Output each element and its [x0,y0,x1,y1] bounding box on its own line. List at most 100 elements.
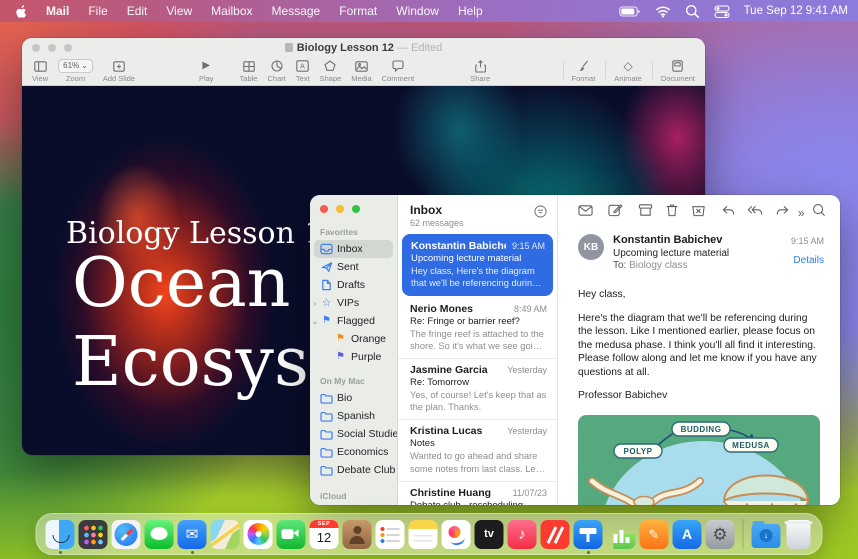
keynote-view-button[interactable]: View [32,59,48,83]
mail-traffic-lights[interactable] [310,203,397,223]
forward-icon[interactable] [775,204,790,222]
message-row[interactable]: Kristina LucasYesterday Notes Wanted to … [398,420,557,481]
attachment-diagram[interactable]: POLYP BUDDING MEDUSA [578,415,820,505]
dock-finder-icon[interactable] [46,520,75,549]
dock-pages-icon[interactable]: ✎ [640,520,669,549]
menu-format[interactable]: Format [339,4,377,18]
keynote-add-slide-button[interactable]: Add Slide [103,59,135,83]
sidebar-item-flagged[interactable]: ⌄ ⚑ Flagged [310,312,397,330]
zoom-button[interactable] [352,205,360,213]
menu-window[interactable]: Window [396,4,439,18]
junk-icon[interactable] [691,203,706,222]
message-row[interactable]: Jasmine GarciaYesterday Re: Tomorrow Yes… [398,359,557,420]
chevron-right-icon[interactable]: › [311,299,319,308]
keynote-comment-button[interactable]: Comment [382,59,415,83]
sidebar-item-debate-club[interactable]: Debate Club [310,461,397,479]
trash-icon[interactable] [665,203,679,222]
message-row[interactable]: Nerio Mones8:49 AM Re: Fringe or barrier… [398,298,557,359]
sidebar-item-sent[interactable]: Sent [310,258,397,276]
menu-view[interactable]: View [166,4,192,18]
search-icon[interactable] [685,4,700,19]
sidebar-section-icloud[interactable]: iCloud [310,487,397,504]
sidebar-item-inbox[interactable]: Inbox [314,240,393,258]
apple-menu-icon[interactable] [14,4,27,19]
sidebar-item-drafts[interactable]: Drafts [310,276,397,294]
dock-settings-icon[interactable]: ⚙ [706,520,735,549]
sidebar-item-flag-purple[interactable]: ⚑ Purple [310,348,397,366]
dock-music-icon[interactable]: ♪ [508,520,537,549]
sidebar-item-economics[interactable]: Economics [310,443,397,461]
menu-mailbox[interactable]: Mailbox [211,4,252,18]
keynote-document-button[interactable]: Document [661,59,695,83]
sidebar-item-bio[interactable]: Bio [310,389,397,407]
details-link[interactable]: Details [791,255,824,266]
keynote-media-button[interactable]: Media [351,59,371,83]
text-icon: A [296,59,309,73]
dock-safari-icon[interactable] [112,520,141,549]
shape-icon [324,59,336,73]
dock-appletv-icon[interactable]: tv [475,520,504,549]
filter-icon[interactable] [534,205,547,223]
dock-photos-icon[interactable] [244,520,273,549]
close-button[interactable] [320,205,328,213]
menu-mail[interactable]: Mail [46,4,69,18]
archive-icon[interactable] [638,203,653,222]
dock-notes-icon[interactable] [409,520,438,549]
sidebar-section-favorites: Favorites [310,223,397,240]
mail-message-list: Inbox 62 messages Konstantin Babichev9:1… [398,195,558,505]
message-row[interactable]: Christine Huang11/07/23 Debate club - re… [398,482,557,505]
menu-edit[interactable]: Edit [127,4,148,18]
mark-unread-icon[interactable] [578,203,593,222]
dock-reminders-icon[interactable] [376,520,405,549]
dock-messages-icon[interactable] [145,520,174,549]
reply-icon[interactable] [721,204,736,222]
keynote-table-button[interactable]: Table [240,59,258,83]
sidebar-item-spanish[interactable]: Spanish [310,407,397,425]
dock-appstore-icon[interactable]: A [673,520,702,549]
dock-keynote-icon[interactable] [574,520,603,549]
dock-downloads-icon[interactable]: ↓ [752,524,781,548]
search-icon[interactable] [812,203,826,222]
keynote-chart-button[interactable]: Chart [267,59,285,83]
menu-help[interactable]: Help [458,4,483,18]
dock-freeform-icon[interactable] [442,520,471,549]
dock-news-icon[interactable] [541,520,570,549]
purple-flag-icon: ⚑ [334,352,347,362]
sidebar-item-flag-orange[interactable]: ⚑ Orange [310,330,397,348]
chevron-down-icon[interactable]: ⌄ [311,317,319,326]
menu-file[interactable]: File [88,4,107,18]
menu-message[interactable]: Message [272,4,321,18]
keynote-animate-button[interactable]: ◇ Animate [614,59,642,83]
dock-numbers-icon[interactable] [607,520,636,549]
keynote-shape-button[interactable]: Shape [320,59,342,83]
keynote-titlebar[interactable]: Biology Lesson 12 — Edited [22,38,705,58]
dock-calendar-icon[interactable]: SEP12 [310,520,339,549]
dock-maps-icon[interactable] [211,520,240,549]
keynote-format-button[interactable]: Format [572,59,596,83]
dock-mail-icon[interactable]: ✉ [178,520,207,549]
control-center-icon[interactable] [714,4,730,19]
battery-icon[interactable] [619,4,641,19]
minimize-button[interactable] [336,205,344,213]
keynote-play-button[interactable]: ▶ Play [199,59,214,83]
inbox-icon [320,243,333,255]
message-count: 62 messages [410,218,464,228]
message-row-selected[interactable]: Konstantin Babichev9:15 AM Upcoming lect… [402,234,553,296]
dock-trash-icon[interactable] [787,520,811,549]
menu-clock[interactable]: Tue Sep 12 9:41 AM [744,5,848,17]
compose-icon[interactable] [608,203,623,222]
message-sender: Konstantin Babichev [613,234,783,246]
keynote-share-button[interactable]: Share [470,59,490,83]
dock-launchpad-icon[interactable] [79,520,108,549]
sidebar-item-vips[interactable]: › ☆ VIPs [310,294,397,312]
wifi-icon[interactable] [655,4,671,18]
sidebar-item-social-studies[interactable]: Social Studies [310,425,397,443]
keynote-zoom-control[interactable]: 61%⌄ Zoom [58,59,93,83]
folder-icon [320,393,333,404]
dock-contacts-icon[interactable] [343,520,372,549]
more-actions-icon[interactable]: » [798,206,805,220]
keynote-text-button[interactable]: A Text [296,59,310,83]
document-panel-icon [672,59,683,73]
reply-all-icon[interactable] [747,204,763,222]
dock-facetime-icon[interactable] [277,520,306,549]
